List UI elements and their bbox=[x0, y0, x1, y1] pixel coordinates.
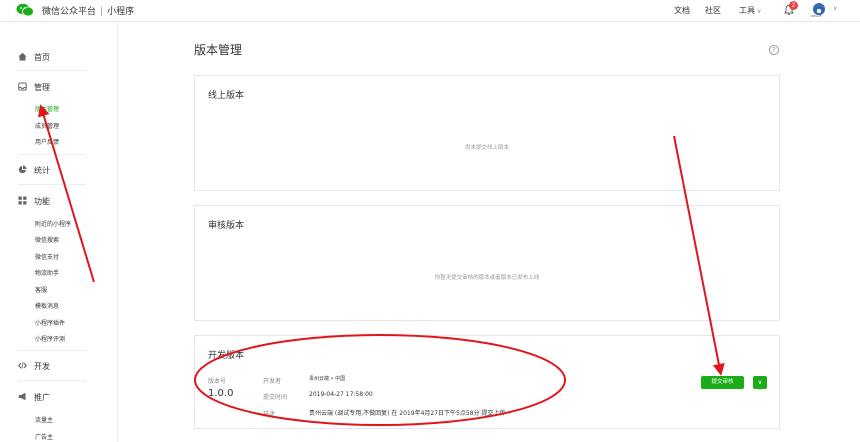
sidebar-item-advertiser[interactable]: 广告主 bbox=[35, 432, 53, 441]
sidebar-item-features[interactable]: 功能 bbox=[18, 196, 50, 207]
sidebar-item-plugins[interactable]: 小程序插件 bbox=[35, 318, 65, 327]
chevron-down-icon: ∨ bbox=[757, 8, 762, 15]
brand-title[interactable]: 微信公众平台 | 小程序 bbox=[42, 4, 134, 17]
dev-version-title: 开发版本 bbox=[208, 351, 245, 361]
sidebar-item-label: 统计 bbox=[34, 166, 50, 175]
sidebar-item-customer-service[interactable]: 客服 bbox=[35, 285, 47, 294]
description-value: 贵州云端 (调试专用,不做回复) 在 2019年4月27日下午5点58分 提交上… bbox=[309, 410, 506, 417]
code-icon bbox=[18, 362, 27, 369]
sidebar-item-evaluation[interactable]: 小程序评测 bbox=[35, 334, 65, 343]
tools-menu[interactable]: 工具 ∨ bbox=[739, 5, 761, 16]
submit-time-label: 提交时间 bbox=[263, 394, 288, 401]
sidebar-item-promotion[interactable]: 推广 bbox=[18, 392, 50, 403]
sidebar-item-label: 管理 bbox=[34, 83, 50, 92]
chevron-down-icon: ∨ bbox=[757, 379, 763, 386]
developer-value: 贵州云端 • 中国 bbox=[309, 376, 346, 382]
sidebar-item-wechat-search[interactable]: 微信搜索 bbox=[35, 235, 59, 244]
sidebar-item-statistics[interactable]: 统计 bbox=[18, 165, 50, 176]
inbox-icon bbox=[18, 82, 27, 91]
description-label: 描述 bbox=[263, 411, 276, 418]
sidebar-item-label: 首页 bbox=[34, 53, 50, 62]
sidebar-item-member-management[interactable]: 成员管理 bbox=[35, 121, 59, 130]
tools-label: 工具 bbox=[739, 6, 755, 15]
submit-review-button[interactable]: 提交审核 bbox=[701, 376, 744, 389]
online-version-title: 线上版本 bbox=[208, 91, 245, 101]
sidebar: 首页 管理 版本管理 成员管理 用户反馈 统计 功能 附近的小程序 微信搜索 微… bbox=[0, 22, 118, 442]
review-version-panel: 审核版本 你暂无提交审核的版本或者版本已发布上线 bbox=[194, 205, 780, 321]
sidebar-item-label: 功能 bbox=[34, 197, 50, 206]
sidebar-item-label: 开发 bbox=[34, 362, 50, 371]
divider bbox=[18, 70, 86, 71]
sidebar-item-user-feedback[interactable]: 用户反馈 bbox=[35, 137, 59, 146]
sidebar-item-manage[interactable]: 管理 bbox=[18, 82, 50, 93]
sidebar-item-develop[interactable]: 开发 bbox=[18, 361, 50, 372]
sidebar-item-template-message[interactable]: 模板消息 bbox=[35, 301, 59, 310]
brand-product: 小程序 bbox=[107, 7, 135, 17]
online-version-panel: 线上版本 尚未提交线上版本 bbox=[194, 75, 780, 191]
divider bbox=[18, 380, 86, 381]
brand-separator: | bbox=[100, 7, 104, 17]
community-link[interactable]: 社区 bbox=[705, 5, 721, 16]
grid-icon bbox=[18, 196, 27, 205]
brand-platform: 微信公众平台 bbox=[42, 7, 97, 17]
version-number: 1.0.0 bbox=[208, 388, 234, 399]
docs-link[interactable]: 文档 bbox=[674, 5, 690, 16]
online-version-empty-text: 尚未提交线上版本 bbox=[464, 145, 509, 151]
page-title: 版本管理 bbox=[194, 43, 243, 57]
divider bbox=[18, 350, 86, 351]
review-version-title: 审核版本 bbox=[208, 221, 245, 231]
pie-chart-icon bbox=[18, 165, 27, 174]
avatar-caption: WEAVE bbox=[811, 14, 822, 18]
dev-version-panel: 开发版本 版本号 1.0.0 开发者 贵州云端 • 中国 提交时间 2019-0… bbox=[194, 335, 780, 429]
sidebar-item-label: 推广 bbox=[34, 393, 50, 402]
developer-label: 开发者 bbox=[263, 378, 282, 385]
wechat-logo-icon bbox=[16, 3, 34, 17]
account-chevron-down-icon[interactable]: ∨ bbox=[833, 5, 837, 12]
sidebar-item-version-management[interactable]: 版本管理 bbox=[35, 104, 59, 113]
sidebar-item-nearby-miniprogram[interactable]: 附近的小程序 bbox=[35, 219, 71, 228]
megaphone-icon bbox=[18, 392, 26, 401]
sidebar-item-traffic-owner[interactable]: 流量主 bbox=[35, 415, 53, 424]
review-version-empty-text: 你暂无提交审核的版本或者版本已发布上线 bbox=[434, 275, 540, 281]
notification-badge: 2 bbox=[789, 1, 798, 10]
home-icon bbox=[18, 52, 27, 61]
help-icon[interactable]: ? bbox=[769, 45, 779, 55]
divider bbox=[18, 184, 86, 185]
version-number-label: 版本号 bbox=[208, 378, 227, 385]
more-options-button[interactable]: ∨ bbox=[753, 376, 767, 389]
divider bbox=[18, 154, 86, 155]
sidebar-item-wechat-pay[interactable]: 微信支付 bbox=[35, 252, 59, 261]
submit-time-value: 2019-04-27 17:58:00 bbox=[309, 391, 373, 398]
sidebar-item-home[interactable]: 首页 bbox=[18, 52, 50, 63]
sidebar-item-logistics[interactable]: 物流助手 bbox=[35, 268, 59, 277]
top-header: 微信公众平台 | 小程序 文档 社区 工具 ∨ 2 WEAVE ∨ bbox=[0, 0, 860, 22]
